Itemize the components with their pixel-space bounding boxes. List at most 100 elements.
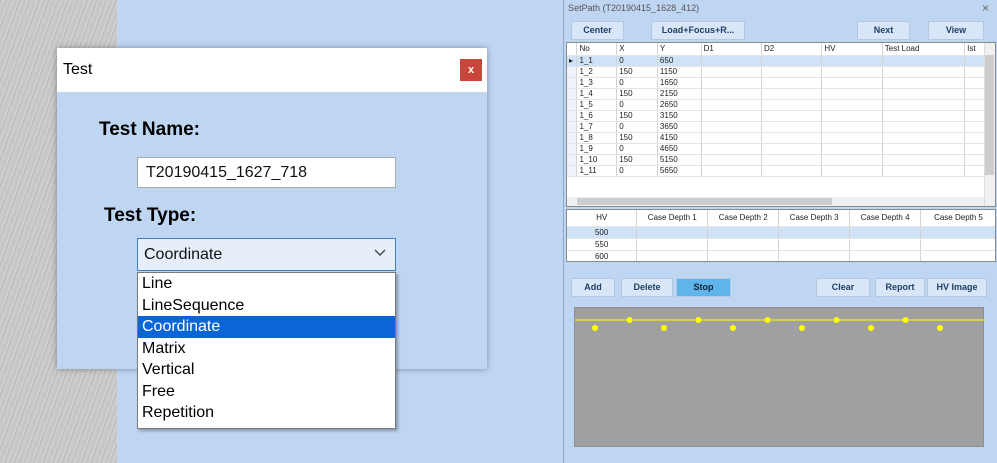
table-row[interactable]: ▸ 1_1 0 650 bbox=[567, 55, 995, 67]
cell-empty[interactable] bbox=[821, 66, 883, 78]
cell-y[interactable]: 2650 bbox=[657, 99, 702, 111]
cell-empty[interactable] bbox=[849, 226, 922, 239]
cell-empty[interactable] bbox=[778, 226, 851, 239]
view-button[interactable]: View bbox=[928, 21, 984, 40]
cell-x[interactable]: 150 bbox=[616, 66, 658, 78]
cell-empty[interactable] bbox=[701, 55, 763, 67]
row-header[interactable] bbox=[567, 132, 578, 144]
col-header-case-depth-2[interactable]: Case Depth 2 bbox=[707, 210, 780, 227]
col-header-y[interactable]: Y bbox=[657, 43, 702, 56]
points-grid[interactable]: No X Y D1 D2 HV Test Load Ist ▸ 1_1 0 650 1_… bbox=[566, 42, 996, 207]
cell-y[interactable]: 4150 bbox=[657, 132, 702, 144]
cell-empty[interactable] bbox=[707, 250, 780, 261]
test-type-dropdown-list[interactable]: Line LineSequence Coordinate Matrix Vert… bbox=[137, 272, 396, 429]
dropdown-option-free[interactable]: Free bbox=[138, 381, 395, 403]
cell-x[interactable]: 0 bbox=[616, 77, 658, 89]
row-header[interactable] bbox=[567, 77, 578, 89]
col-header-d1[interactable]: D1 bbox=[701, 43, 763, 56]
table-row[interactable]: 1_4 150 2150 bbox=[567, 88, 995, 100]
cell-y[interactable]: 650 bbox=[657, 55, 702, 67]
cell-x[interactable]: 0 bbox=[616, 165, 658, 177]
cell-empty[interactable] bbox=[882, 121, 966, 133]
cell-empty[interactable] bbox=[707, 226, 780, 239]
cell-empty[interactable] bbox=[821, 99, 883, 111]
cell-x[interactable]: 0 bbox=[616, 55, 658, 67]
chevron-down-icon[interactable] bbox=[373, 245, 387, 262]
table-row[interactable]: 1_5 0 2650 bbox=[567, 99, 995, 111]
table-row[interactable]: 1_6 150 3150 bbox=[567, 110, 995, 122]
cell-no[interactable]: 1_11 bbox=[576, 165, 618, 177]
row-header[interactable] bbox=[567, 99, 578, 111]
row-header[interactable] bbox=[567, 121, 578, 133]
col-header-test-load[interactable]: Test Load bbox=[882, 43, 966, 56]
table-row[interactable]: 1_9 0 4650 bbox=[567, 143, 995, 155]
cell-empty[interactable] bbox=[882, 77, 966, 89]
cell-empty[interactable] bbox=[821, 55, 883, 67]
cell-empty[interactable] bbox=[761, 66, 823, 78]
cell-no[interactable]: 1_9 bbox=[576, 143, 618, 155]
cell-empty[interactable] bbox=[701, 121, 763, 133]
next-button[interactable]: Next bbox=[857, 21, 910, 40]
cell-x[interactable]: 150 bbox=[616, 88, 658, 100]
cell-empty[interactable] bbox=[882, 55, 966, 67]
vertical-scrollbar[interactable] bbox=[984, 43, 995, 206]
setpath-close-button[interactable]: × bbox=[982, 1, 989, 15]
cell-hv[interactable]: 600 bbox=[567, 250, 638, 261]
cell-empty[interactable] bbox=[821, 77, 883, 89]
cell-hv[interactable]: 550 bbox=[567, 238, 638, 251]
cell-hv[interactable]: 500 bbox=[567, 226, 638, 239]
table-row[interactable]: 1_3 0 1650 bbox=[567, 77, 995, 89]
cell-empty[interactable] bbox=[761, 110, 823, 122]
cell-empty[interactable] bbox=[849, 238, 922, 251]
cell-empty[interactable] bbox=[701, 154, 763, 166]
dropdown-option-vertical[interactable]: Vertical bbox=[138, 359, 395, 381]
cell-x[interactable]: 0 bbox=[616, 99, 658, 111]
cell-empty[interactable] bbox=[849, 250, 922, 261]
cell-empty[interactable] bbox=[761, 55, 823, 67]
cell-empty[interactable] bbox=[701, 132, 763, 144]
hv-grid[interactable]: HV Case Depth 1 Case Depth 2 Case Depth … bbox=[566, 209, 996, 262]
cell-x[interactable]: 150 bbox=[616, 110, 658, 122]
cell-x[interactable]: 150 bbox=[616, 154, 658, 166]
cell-no[interactable]: 1_7 bbox=[576, 121, 618, 133]
cell-empty[interactable] bbox=[821, 110, 883, 122]
cell-y[interactable]: 5650 bbox=[657, 165, 702, 177]
cell-no[interactable]: 1_1 bbox=[576, 55, 618, 67]
cell-empty[interactable] bbox=[821, 132, 883, 144]
table-row[interactable]: 1_11 0 5650 bbox=[567, 165, 995, 177]
cell-no[interactable]: 1_2 bbox=[576, 66, 618, 78]
row-header[interactable] bbox=[567, 88, 578, 100]
report-button[interactable]: Report bbox=[875, 278, 925, 297]
cell-empty[interactable] bbox=[882, 132, 966, 144]
cell-y[interactable]: 5150 bbox=[657, 154, 702, 166]
table-row[interactable]: 1_8 150 4150 bbox=[567, 132, 995, 144]
cell-x[interactable]: 0 bbox=[616, 121, 658, 133]
dropdown-option-linesequence[interactable]: LineSequence bbox=[138, 295, 395, 317]
cell-empty[interactable] bbox=[920, 250, 995, 261]
cell-empty[interactable] bbox=[882, 66, 966, 78]
cell-y[interactable]: 4650 bbox=[657, 143, 702, 155]
cell-no[interactable]: 1_3 bbox=[576, 77, 618, 89]
load-focus-button[interactable]: Load+Focus+R... bbox=[651, 21, 745, 40]
cell-empty[interactable] bbox=[636, 238, 709, 251]
cell-empty[interactable] bbox=[636, 226, 709, 239]
cell-empty[interactable] bbox=[821, 121, 883, 133]
cell-empty[interactable] bbox=[821, 165, 883, 177]
cell-no[interactable]: 1_6 bbox=[576, 110, 618, 122]
scrollbar-thumb[interactable] bbox=[985, 55, 994, 175]
cell-empty[interactable] bbox=[701, 143, 763, 155]
row-header[interactable] bbox=[567, 143, 578, 155]
test-name-input[interactable] bbox=[137, 157, 396, 188]
cell-empty[interactable] bbox=[882, 110, 966, 122]
cell-empty[interactable] bbox=[701, 110, 763, 122]
col-header-d2[interactable]: D2 bbox=[761, 43, 823, 56]
dropdown-option-matrix[interactable]: Matrix bbox=[138, 338, 395, 360]
cell-y[interactable]: 1150 bbox=[657, 66, 702, 78]
clear-button[interactable]: Clear bbox=[816, 278, 870, 297]
row-header[interactable] bbox=[567, 165, 578, 177]
scrollbar-thumb[interactable] bbox=[577, 198, 832, 205]
cell-empty[interactable] bbox=[882, 154, 966, 166]
cell-empty[interactable] bbox=[636, 250, 709, 261]
cell-empty[interactable] bbox=[701, 66, 763, 78]
cell-no[interactable]: 1_8 bbox=[576, 132, 618, 144]
